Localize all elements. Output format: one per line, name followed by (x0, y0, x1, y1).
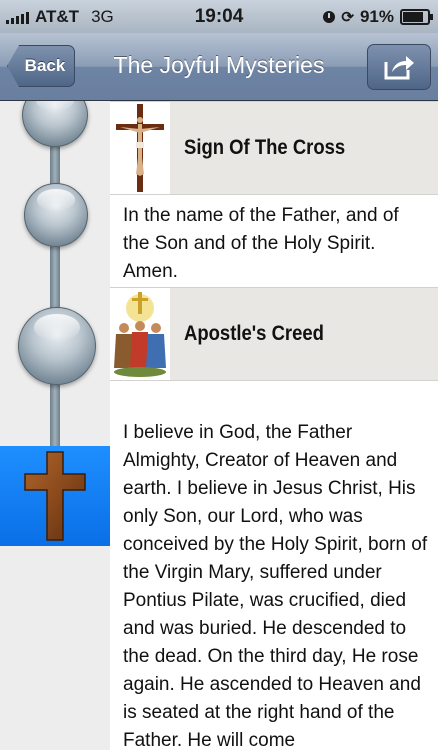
apostles-thumbnail (110, 288, 170, 380)
content-area: Sign Of The Cross In the name of the Fat… (0, 101, 438, 750)
prayer-header-apostles-creed[interactable]: Apostle's Creed (110, 287, 438, 381)
bead-icon[interactable] (24, 183, 88, 247)
status-bar: AT&T 3G 19:04 ⟳ 91% (0, 0, 438, 33)
rosary-bead-strip[interactable] (0, 101, 110, 750)
sync-icon: ⟳ (341, 8, 354, 26)
status-right-group: ⟳ 91% (323, 7, 433, 27)
prayer-list: Sign Of The Cross In the name of the Fat… (110, 101, 438, 750)
bead-icon[interactable] (22, 101, 88, 147)
prayer-title: Sign Of The Cross (184, 136, 346, 159)
page-title: The Joyful Mysteries (113, 52, 325, 78)
share-button[interactable] (367, 44, 431, 90)
bead-icon[interactable] (18, 307, 96, 385)
rosary-chain (50, 101, 60, 446)
share-icon (384, 56, 414, 80)
prayer-title: Apostle's Creed (184, 322, 324, 345)
navigation-bar: Back The Joyful Mysteries (0, 33, 438, 101)
crucifix-thumbnail (110, 102, 170, 194)
prayer-text-apostles-creed: I believe in God, the Father Almighty, C… (123, 422, 428, 750)
battery-percent: 91% (359, 7, 394, 26)
prayer-text-sign-of-the-cross: In the name of the Father, and of the So… (123, 205, 399, 282)
battery-icon (400, 9, 433, 25)
cross-icon (24, 451, 86, 541)
selected-cross-cell[interactable] (0, 446, 110, 546)
crucifix-icon (116, 104, 164, 192)
apostles-icon (114, 292, 166, 377)
back-button[interactable]: Back (7, 45, 75, 87)
prayer-header-sign-of-the-cross[interactable]: Sign Of The Cross (110, 101, 438, 195)
alarm-clock-icon (323, 11, 336, 23)
